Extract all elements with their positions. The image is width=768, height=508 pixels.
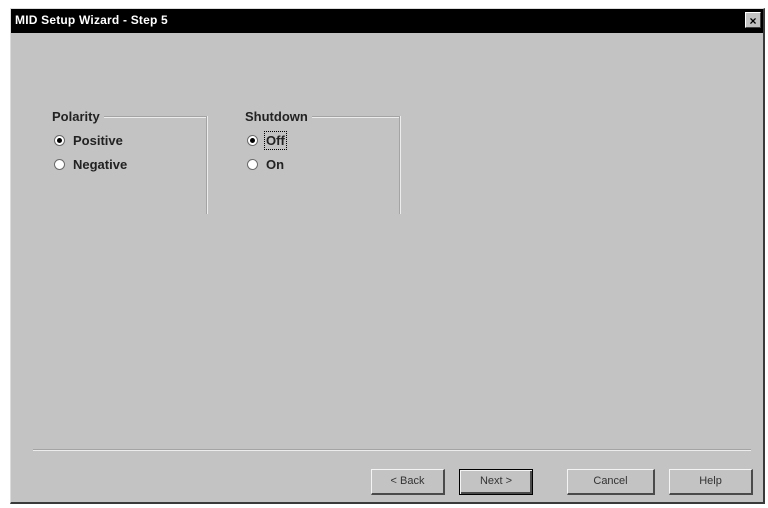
radio-positive[interactable]: Positive [54, 133, 123, 148]
radio-off-label: Off [264, 131, 287, 150]
polarity-label: Polarity [52, 109, 104, 124]
close-button[interactable]: × [745, 12, 761, 28]
radio-positive-label: Positive [73, 133, 123, 148]
next-button[interactable]: Next > [459, 469, 533, 495]
shutdown-group: Shutdown Off On [245, 109, 405, 214]
radio-on[interactable]: On [247, 157, 284, 172]
radio-positive-indicator [54, 135, 65, 146]
button-separator [33, 449, 751, 451]
window-title: MID Setup Wizard - Step 5 [15, 13, 168, 27]
polarity-group: Polarity Positive Negative [52, 109, 217, 214]
back-button[interactable]: < Back [371, 469, 445, 495]
cancel-button[interactable]: Cancel [567, 469, 655, 495]
radio-negative-label: Negative [73, 157, 128, 172]
wizard-window: MID Setup Wizard - Step 5 × Polarity Pos… [10, 8, 765, 504]
shutdown-label: Shutdown [245, 109, 312, 124]
title-bar[interactable]: MID Setup Wizard - Step 5 × [11, 9, 763, 33]
shutdown-group-divider [399, 116, 401, 214]
radio-negative[interactable]: Negative [54, 157, 127, 172]
radio-negative-indicator [54, 159, 65, 170]
radio-on-label: On [266, 157, 285, 172]
radio-on-indicator [247, 159, 258, 170]
radio-off-indicator [247, 135, 258, 146]
close-icon: × [749, 14, 757, 28]
radio-off[interactable]: Off [247, 131, 287, 150]
help-button[interactable]: Help [669, 469, 753, 495]
polarity-group-divider [206, 116, 208, 214]
